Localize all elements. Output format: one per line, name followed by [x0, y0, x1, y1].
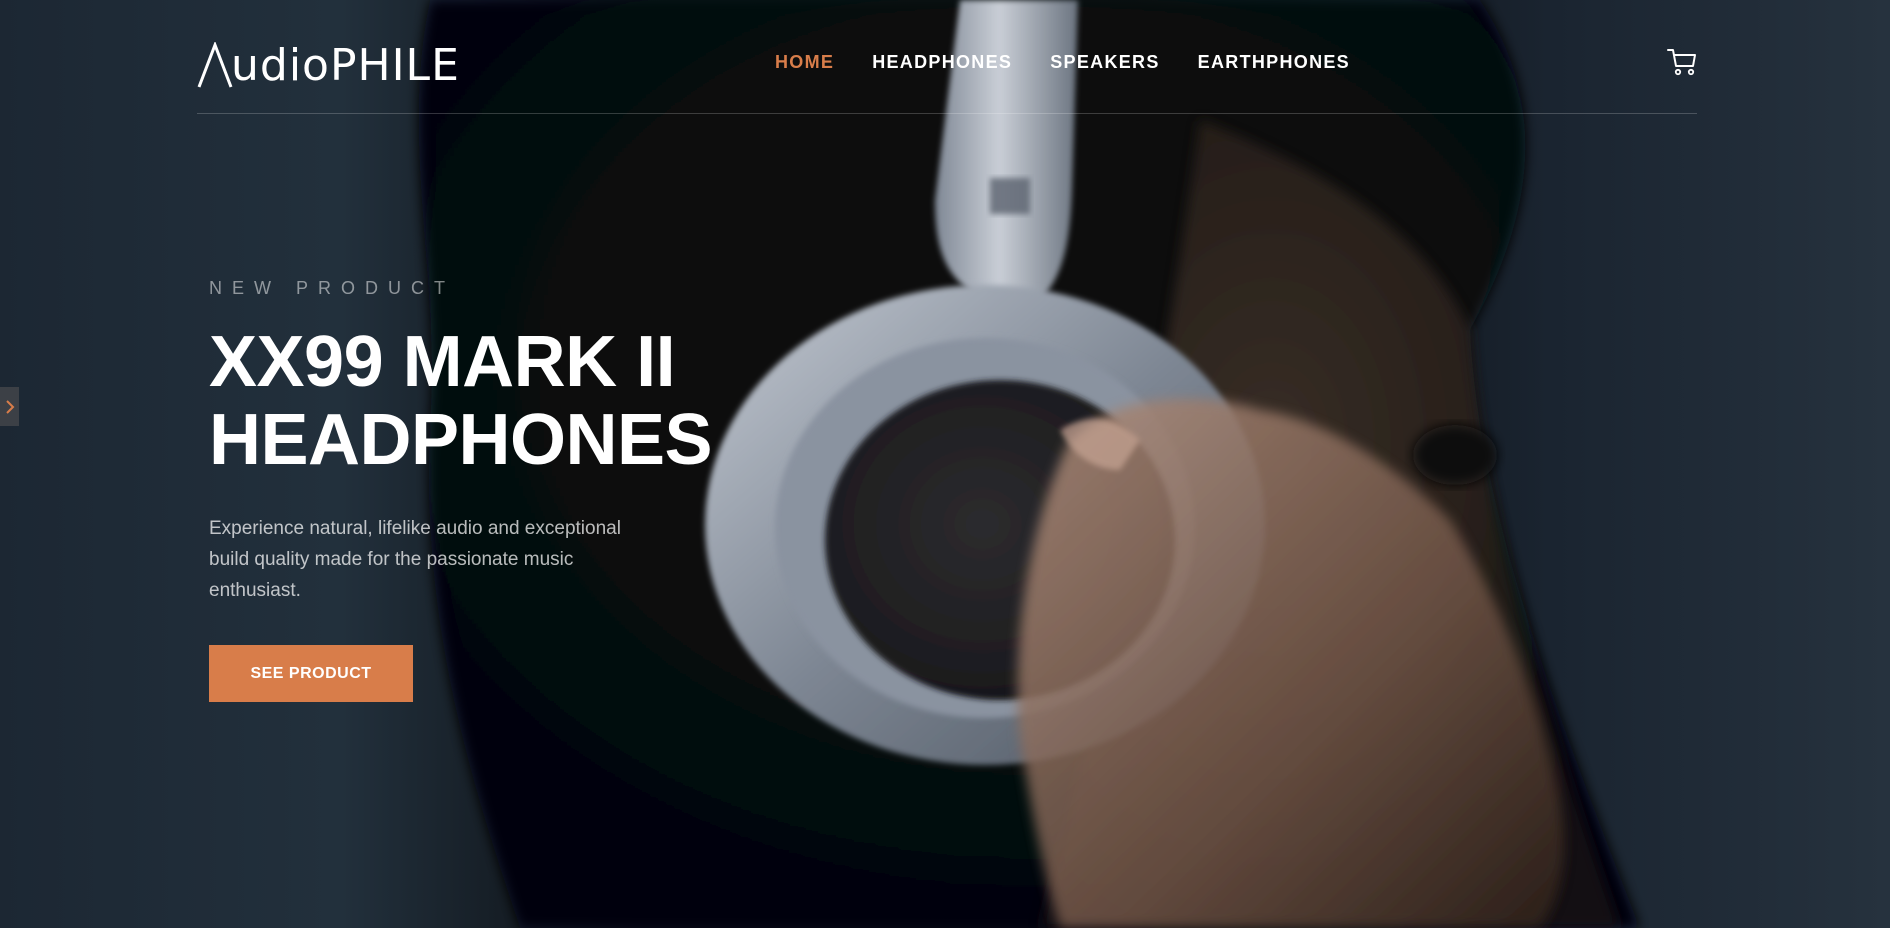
hero-section: udioPHILE HOME HEADPHONES SPEAKERS EARTH…	[0, 0, 1890, 928]
side-panel-toggle[interactable]	[0, 387, 19, 426]
chevron-right-icon	[5, 399, 14, 414]
main-nav: HOME HEADPHONES SPEAKERS EARTHPHONES	[775, 52, 1350, 73]
nav-item-speakers[interactable]: SPEAKERS	[1050, 52, 1159, 73]
cart-icon[interactable]	[1667, 48, 1697, 76]
site-header: udioPHILE HOME HEADPHONES SPEAKERS EARTH…	[197, 0, 1697, 114]
hero-title: XX99 MARK II HEADPHONES	[209, 323, 769, 479]
hero-title-line-1: XX99 MARK II	[209, 322, 676, 402]
logo[interactable]: udioPHILE	[197, 38, 460, 88]
hero-overline: NEW PRODUCT	[209, 278, 455, 298]
logo-text: udioPHILE	[231, 40, 460, 91]
hero-description: Experience natural, lifelike audio and e…	[209, 518, 621, 601]
logo-a-mark-icon	[197, 42, 233, 88]
nav-item-headphones[interactable]: HEADPHONES	[872, 52, 1012, 73]
nav-item-home[interactable]: HOME	[775, 52, 834, 73]
hero-title-line-2: HEADPHONES	[209, 400, 713, 480]
see-product-button[interactable]: SEE PRODUCT	[209, 645, 413, 702]
nav-item-earthphones[interactable]: EARTHPHONES	[1198, 52, 1350, 73]
hero-content: NEW PRODUCT XX99 MARK II HEADPHONES Expe…	[209, 278, 769, 702]
